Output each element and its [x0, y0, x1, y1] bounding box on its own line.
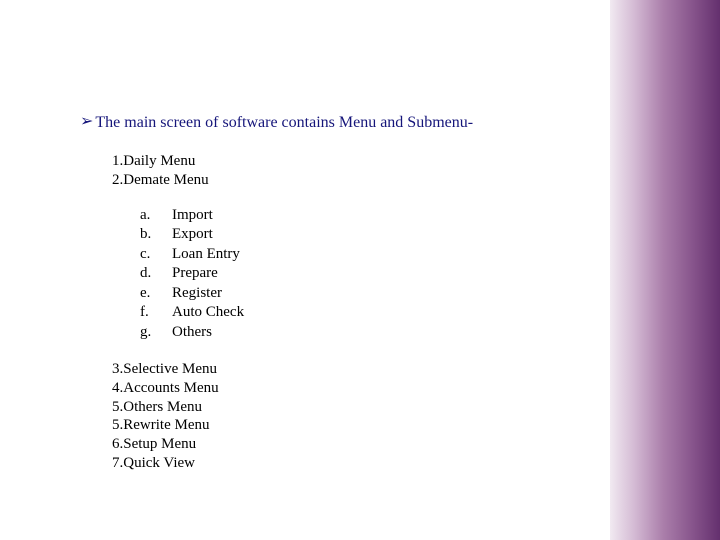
heading-text: The main screen of software contains Men… — [95, 114, 473, 131]
submenu-item: g.Others — [140, 323, 580, 343]
submenu-item: d.Prepare — [140, 264, 580, 284]
menu-list-bottom: 3.Selective Menu4.Accounts Menu5.Others … — [112, 360, 580, 473]
submenu-label: Auto Check — [172, 303, 244, 323]
side-gradient-decor — [610, 0, 720, 540]
menu-item: 5.Rewrite Menu — [112, 416, 580, 435]
submenu-label: Import — [172, 206, 213, 226]
slide-content: ➢The main screen of software contains Me… — [80, 112, 580, 473]
submenu-item: f. Auto Check — [140, 303, 580, 323]
submenu-marker: c. — [140, 245, 172, 265]
submenu-marker: b. — [140, 225, 172, 245]
submenu-marker: a. — [140, 206, 172, 226]
menu-item: 4.Accounts Menu — [112, 379, 580, 398]
menu-list-top: 1.Daily Menu2.Demate Menu — [112, 152, 580, 190]
submenu-label: Export — [172, 225, 213, 245]
submenu-item: a.Import — [140, 206, 580, 226]
submenu-marker: f. — [140, 303, 172, 323]
submenu-marker: e. — [140, 284, 172, 304]
menu-item: 2.Demate Menu — [112, 171, 580, 190]
submenu-marker: d. — [140, 264, 172, 284]
submenu-label: Register — [172, 284, 222, 304]
submenu-label: Prepare — [172, 264, 218, 284]
submenu-label: Loan Entry — [172, 245, 240, 265]
menu-item: 5.Others Menu — [112, 398, 580, 417]
submenu-item: e.Register — [140, 284, 580, 304]
heading-line: ➢The main screen of software contains Me… — [80, 112, 580, 132]
submenu-list: a.Importb.Exportc.Loan Entryd.Preparee.R… — [140, 206, 580, 343]
submenu-item: c.Loan Entry — [140, 245, 580, 265]
menu-item: 1.Daily Menu — [112, 152, 580, 171]
submenu-marker: g. — [140, 323, 172, 343]
menu-item: 3.Selective Menu — [112, 360, 580, 379]
submenu-item: b.Export — [140, 225, 580, 245]
chevron-right-icon: ➢ — [80, 111, 93, 131]
menu-item: 7.Quick View — [112, 454, 580, 473]
submenu-label: Others — [172, 323, 212, 343]
menu-item: 6.Setup Menu — [112, 435, 580, 454]
